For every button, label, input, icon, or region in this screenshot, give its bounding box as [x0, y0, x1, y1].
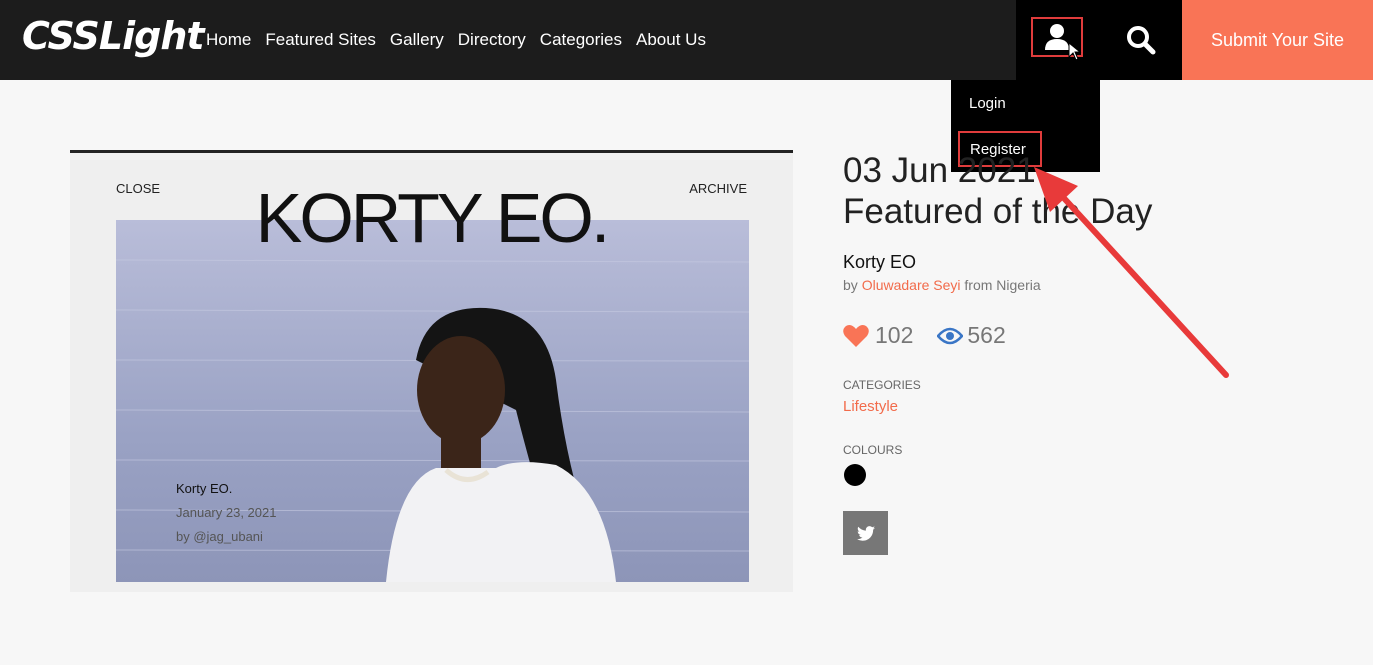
stats-row: 102 562 — [843, 322, 1006, 349]
site-screenshot[interactable]: CLOSE ARCHIVE KORTY EO. Korty EO. Januar… — [70, 150, 793, 592]
submit-site-button[interactable]: Submit Your Site — [1182, 0, 1373, 80]
view-count: 562 — [967, 322, 1006, 348]
login-link[interactable]: Login — [969, 95, 1006, 112]
search-button[interactable] — [1100, 0, 1182, 80]
nav-directory[interactable]: Directory — [458, 30, 526, 50]
preview-name: Korty EO. — [176, 481, 233, 496]
featured-heading: 03 Jun 2021 Featured of the Day — [843, 150, 1152, 232]
search-icon — [1127, 26, 1156, 55]
category-link[interactable]: Lifestyle — [843, 398, 898, 415]
nav-home[interactable]: Home — [206, 30, 251, 50]
main-nav: Home Featured Sites Gallery Directory Ca… — [206, 30, 706, 50]
byline-prefix: by — [843, 277, 858, 293]
featured-title: Featured of the Day — [843, 192, 1153, 231]
featured-date: 03 Jun 2021 — [843, 151, 1036, 190]
heart-icon[interactable] — [843, 324, 869, 348]
twitter-icon — [856, 525, 875, 541]
twitter-share-button[interactable] — [843, 511, 888, 555]
user-icon — [1045, 24, 1069, 50]
colour-swatch[interactable] — [844, 464, 866, 486]
nav-gallery[interactable]: Gallery — [390, 30, 444, 50]
categories-label: CATEGORIES — [843, 378, 921, 392]
site-name: Korty EO — [843, 252, 917, 272]
preview-brand-title: KORTY EO. — [255, 179, 611, 257]
site-logo[interactable]: CSSLight — [22, 14, 205, 58]
author-link[interactable]: Oluwadare Seyi — [862, 277, 961, 293]
nav-categories[interactable]: Categories — [540, 30, 622, 50]
nav-about-us[interactable]: About Us — [636, 30, 706, 50]
preview-photo — [116, 220, 749, 582]
cursor-icon — [1068, 42, 1082, 61]
byline: by Oluwadare Seyi from Nigeria — [843, 277, 1041, 293]
byline-origin: from Nigeria — [964, 277, 1041, 293]
preview-author: by @jag_ubani — [176, 529, 263, 544]
like-count: 102 — [875, 322, 914, 348]
portrait-illustration — [116, 259, 749, 582]
eye-icon — [937, 327, 964, 344]
preview-date: January 23, 2021 — [176, 505, 277, 520]
colours-label: COLOURS — [843, 443, 903, 457]
nav-featured-sites[interactable]: Featured Sites — [265, 30, 376, 50]
